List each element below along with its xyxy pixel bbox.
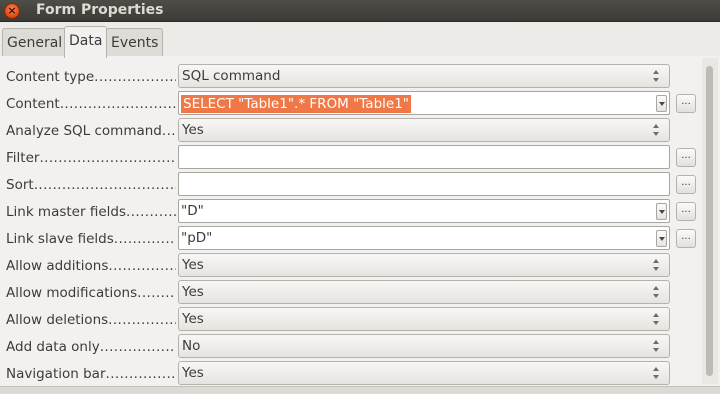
data-properties-panel: Content type................... SQL comm… — [0, 56, 720, 394]
property-row-filter: Filter..................................… — [0, 145, 700, 169]
allow-deletions-select[interactable]: Yes — [178, 307, 670, 331]
tab-data[interactable]: Data — [64, 26, 108, 58]
property-label: Allow additions................. — [6, 258, 176, 274]
spin-arrows-icon — [653, 285, 661, 299]
select-value: Yes — [182, 365, 204, 381]
spin-arrows-icon — [653, 69, 661, 83]
property-row-analyze-sql: Analyze SQL command.... Yes — [0, 118, 700, 142]
selected-text: SELECT "Table1".* FROM "Table1" — [181, 95, 411, 113]
tab-events[interactable]: Events — [106, 28, 164, 57]
link-master-more-button[interactable]: ... — [676, 202, 696, 221]
window-bottom-edge — [0, 386, 720, 394]
property-label: Link master fields............ — [6, 204, 176, 220]
content-more-button[interactable]: ... — [676, 94, 696, 113]
field-value: "D" — [181, 203, 204, 219]
dropdown-arrow-icon[interactable] — [656, 95, 667, 112]
close-button[interactable]: × — [4, 3, 20, 19]
property-label: Content............................. — [6, 96, 176, 112]
property-label: Analyze SQL command.... — [6, 123, 176, 139]
allow-additions-select[interactable]: Yes — [178, 253, 670, 277]
navigation-bar-select[interactable]: Yes — [178, 361, 670, 385]
property-row-content: Content............................. SEL… — [0, 91, 700, 115]
link-master-fields-input[interactable]: "D" — [178, 199, 670, 223]
sort-more-button[interactable]: ... — [676, 175, 696, 194]
select-value: SQL command — [182, 68, 281, 84]
dropdown-arrow-icon[interactable] — [656, 230, 667, 247]
spin-arrows-icon — [653, 339, 661, 353]
property-label: Navigation bar.................. — [6, 366, 176, 382]
spin-arrows-icon — [653, 312, 661, 326]
property-row-allow-deletions: Allow deletions.................. Yes — [0, 307, 700, 331]
property-row-allow-additions: Allow additions................. Yes — [0, 253, 700, 277]
select-value: Yes — [182, 284, 204, 300]
sort-input[interactable] — [178, 172, 670, 196]
dropdown-arrow-icon[interactable] — [656, 203, 667, 220]
spin-arrows-icon — [653, 123, 661, 137]
property-row-navigation-bar: Navigation bar.................. Yes — [0, 361, 700, 385]
scrollbar-thumb[interactable] — [706, 66, 713, 376]
property-row-link-master-fields: Link master fields............ "D" ... — [0, 199, 700, 223]
property-label: Filter..................................… — [6, 150, 176, 166]
filter-more-button[interactable]: ... — [676, 148, 696, 167]
select-value: Yes — [182, 311, 204, 327]
property-row-content-type: Content type................... SQL comm… — [0, 64, 700, 88]
property-label: Link slave fields.............. — [6, 231, 176, 247]
window-title: Form Properties — [36, 2, 164, 18]
spin-arrows-icon — [653, 366, 661, 380]
property-label: Sort....................................… — [6, 177, 176, 193]
add-data-only-select[interactable]: No — [178, 334, 670, 358]
tab-general[interactable]: General — [2, 28, 68, 57]
tab-bar: General Data Events — [0, 22, 720, 58]
content-type-select[interactable]: SQL command — [178, 64, 670, 88]
property-row-sort: Sort....................................… — [0, 172, 700, 196]
property-label: Allow deletions.................. — [6, 312, 176, 328]
field-value: "pD" — [181, 230, 213, 246]
property-label: Add data only...................... — [6, 339, 176, 355]
title-bar: × Form Properties — [0, 0, 720, 22]
link-slave-fields-input[interactable]: "pD" — [178, 226, 670, 250]
analyze-sql-select[interactable]: Yes — [178, 118, 670, 142]
property-label: Content type................... — [6, 69, 176, 85]
content-input[interactable]: SELECT "Table1".* FROM "Table1" — [178, 91, 670, 115]
select-value: Yes — [182, 257, 204, 273]
select-value: Yes — [182, 122, 204, 138]
select-value: No — [182, 338, 201, 354]
spin-arrows-icon — [653, 258, 661, 272]
property-label: Allow modifications........ — [6, 285, 175, 301]
property-row-allow-modifications: Allow modifications........ Yes — [0, 280, 700, 304]
link-slave-more-button[interactable]: ... — [676, 229, 696, 248]
allow-modifications-select[interactable]: Yes — [178, 280, 670, 304]
filter-input[interactable] — [178, 145, 670, 169]
property-row-link-slave-fields: Link slave fields.............. "pD" ... — [0, 226, 700, 250]
property-row-add-data-only: Add data only...................... No — [0, 334, 700, 358]
